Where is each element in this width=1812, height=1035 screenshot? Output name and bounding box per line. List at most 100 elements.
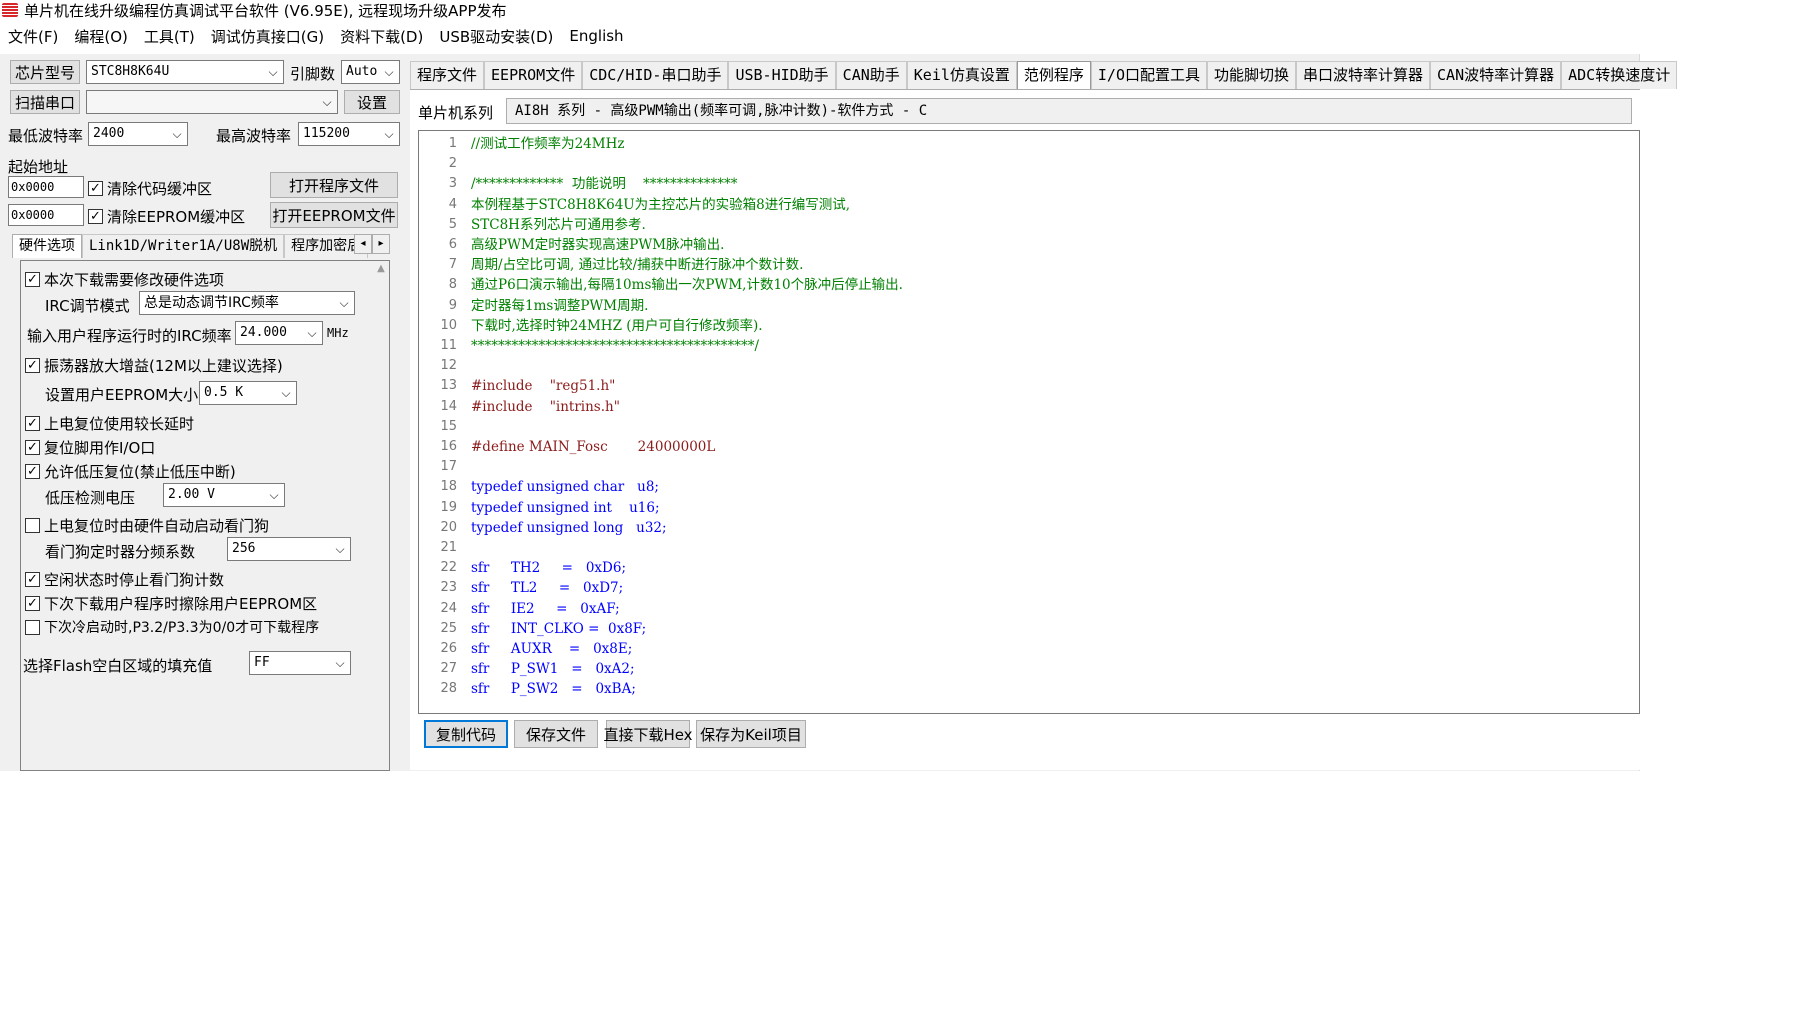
menu-english[interactable]: English bbox=[561, 27, 631, 45]
eeprom-size-label: 设置用户EEPROM大小 bbox=[45, 386, 199, 404]
cold-boot-checkbox[interactable]: 下次冷启动时,P3.2/P3.3为0/0才可下载程序 bbox=[25, 617, 319, 637]
tab-hardware-options[interactable]: 硬件选项 bbox=[12, 234, 82, 258]
line-number: 9 bbox=[448, 297, 457, 313]
long-reset-delay-checkbox[interactable]: ✓ 上电复位使用较长延时 bbox=[25, 413, 194, 434]
modify-hw-label: 本次下载需要修改硬件选项 bbox=[44, 271, 225, 289]
menu-program[interactable]: 编程(O) bbox=[66, 26, 136, 47]
menu-usb-driver[interactable]: USB驱动安装(D) bbox=[431, 26, 561, 47]
code-text: typedef unsigned int u16; bbox=[471, 499, 660, 516]
osc-gain-label: 振荡器放大增益(12M以上建议选择) bbox=[44, 357, 283, 375]
line-number: 25 bbox=[440, 620, 457, 636]
line-number: 16 bbox=[440, 439, 457, 454]
eeprom-size-value: 0.5 K bbox=[204, 385, 244, 400]
lv-detect-select[interactable]: 2.00 V ⌵ bbox=[163, 483, 285, 507]
checkbox-checked-icon: ✓ bbox=[25, 440, 40, 455]
clear-code-buffer-label: 清除代码缓冲区 bbox=[107, 180, 213, 198]
flash-fill-select[interactable]: FF ⌵ bbox=[249, 651, 351, 675]
line-number: 3 bbox=[448, 176, 457, 192]
code-line: 8 通过P6口演示输出,每隔10ms输出一次PWM,计数10个脉冲后停止输出. bbox=[419, 275, 1639, 295]
line-number: 27 bbox=[440, 661, 457, 677]
code-text: #include "reg51.h" bbox=[471, 378, 616, 395]
tab-cdc-hid-serial[interactable]: CDC/HID-串口助手 bbox=[582, 61, 729, 89]
tab-sample-programs[interactable]: 范例程序 bbox=[1016, 61, 1091, 89]
tab-can-baud-calc[interactable]: CAN波特率计算器 bbox=[1430, 61, 1562, 89]
max-baud-select[interactable]: 115200 ⌵ bbox=[298, 122, 400, 146]
reset-pin-io-label: 复位脚用作I/O口 bbox=[44, 439, 156, 457]
lv-detect-value: 2.00 V bbox=[168, 487, 215, 502]
irc-mode-select[interactable]: 总是动态调节IRC频率 ⌵ bbox=[139, 291, 355, 315]
settings-button[interactable]: 设置 bbox=[344, 90, 400, 114]
save-keil-project-button[interactable]: 保存为Keil项目 bbox=[696, 720, 806, 748]
menu-file[interactable]: 文件(F) bbox=[0, 26, 66, 47]
tab-uart-baud-calc[interactable]: 串口波特率计算器 bbox=[1296, 61, 1431, 89]
open-eeprom-file-button[interactable]: 打开EEPROM文件 bbox=[270, 202, 398, 228]
code-line: 16 #define MAIN_Fosc 24000000L bbox=[419, 437, 1639, 457]
clear-eeprom-buffer-checkbox[interactable]: ✓ 清除EEPROM缓冲区 bbox=[88, 206, 245, 227]
menu-download[interactable]: 资料下载(D) bbox=[332, 26, 431, 47]
code-address-input[interactable]: 0x0000 bbox=[8, 176, 84, 198]
wdt-prescale-value: 256 bbox=[232, 541, 256, 556]
pin-count-select[interactable]: Auto ⌵ bbox=[341, 60, 400, 84]
serial-port-select[interactable]: ⌵ bbox=[86, 90, 338, 114]
chevron-down-icon: ⌵ bbox=[281, 386, 291, 400]
osc-gain-checkbox[interactable]: ✓ 振荡器放大增益(12M以上建议选择) bbox=[25, 355, 283, 376]
irc-freq-unit: MHz bbox=[327, 326, 349, 340]
code-text: #include "intrins.h" bbox=[471, 398, 620, 415]
chip-model-select[interactable]: STC8H8K64U ⌵ bbox=[86, 60, 284, 84]
checkbox-checked-icon: ✓ bbox=[25, 464, 40, 479]
tab-keil-settings[interactable]: Keil仿真设置 bbox=[906, 61, 1017, 89]
eeprom-address-input[interactable]: 0x0000 bbox=[8, 204, 84, 226]
open-program-file-button[interactable]: 打开程序文件 bbox=[270, 172, 398, 198]
chip-model-button[interactable]: 芯片型号 bbox=[10, 60, 80, 84]
tab-program-file[interactable]: 程序文件 bbox=[410, 61, 485, 89]
series-select[interactable]: AI8H 系列 - 高级PWM输出(频率可调,脉冲计数)-软件方式 - C bbox=[506, 98, 1632, 124]
code-line: 17 bbox=[419, 457, 1639, 477]
irc-mode-label: IRC调节模式 bbox=[45, 297, 130, 315]
code-text: 本例程基于STC8H8K64U为主控芯片的实验箱8进行编写测试, bbox=[471, 196, 851, 213]
copy-code-button[interactable]: 复制代码 bbox=[424, 720, 508, 748]
code-viewer[interactable]: 1//测试工作频率为24MHz 2 3/************* 功能说明 ***… bbox=[418, 130, 1640, 714]
code-line: 15 bbox=[419, 417, 1639, 437]
max-baud-value: 115200 bbox=[303, 126, 350, 141]
menu-debug[interactable]: 调试仿真接口(G) bbox=[203, 26, 332, 47]
watchdog-auto-checkbox[interactable]: 上电复位时由硬件自动启动看门狗 bbox=[25, 515, 269, 536]
save-file-button[interactable]: 保存文件 bbox=[514, 720, 598, 748]
tab-usb-hid[interactable]: USB-HID助手 bbox=[728, 61, 836, 89]
clear-code-buffer-checkbox[interactable]: ✓ 清除代码缓冲区 bbox=[88, 178, 212, 199]
modify-hw-checkbox[interactable]: ✓ 本次下载需要修改硬件选项 bbox=[25, 269, 224, 290]
wdt-prescale-select[interactable]: 256 ⌵ bbox=[227, 537, 351, 561]
download-hex-button[interactable]: 直接下载Hex bbox=[603, 720, 693, 748]
irc-freq-select[interactable]: 24.000 ⌵ bbox=[235, 321, 323, 345]
tab-io-config[interactable]: I/O口配置工具 bbox=[1090, 61, 1207, 89]
code-line: 26 sfr AUXR = 0x8E; bbox=[419, 639, 1639, 659]
reset-pin-io-checkbox[interactable]: ✓ 复位脚用作I/O口 bbox=[25, 437, 155, 458]
line-number: 10 bbox=[440, 317, 457, 333]
low-voltage-reset-checkbox[interactable]: ✓ 允许低压复位(禁止低压中断) bbox=[25, 461, 236, 482]
code-line: 10 下载时,选择时钟24MHZ (用户可自行修改频率). bbox=[419, 316, 1639, 336]
scroll-right-icon[interactable]: ▸ bbox=[372, 234, 390, 254]
line-number: 20 bbox=[440, 519, 457, 535]
idle-stop-wdt-checkbox[interactable]: ✓ 空闲状态时停止看门狗计数 bbox=[25, 569, 224, 590]
code-text: sfr IE2 = 0xAF; bbox=[471, 600, 620, 617]
scroll-up-icon[interactable]: ▲ bbox=[375, 263, 387, 283]
tab-can-helper[interactable]: CAN助手 bbox=[835, 61, 907, 89]
scan-port-button[interactable]: 扫描串口 bbox=[10, 90, 80, 114]
erase-eeprom-checkbox[interactable]: ✓ 下次下载用户程序时擦除用户EEPROM区 bbox=[25, 593, 317, 614]
code-line: 20 typedef unsigned long u32; bbox=[419, 518, 1639, 538]
menu-tools[interactable]: 工具(T) bbox=[136, 26, 203, 47]
line-number: 7 bbox=[448, 257, 457, 273]
tab-adc-speed-calc[interactable]: ADC转换速度计 bbox=[1561, 61, 1678, 89]
line-number: 24 bbox=[440, 600, 457, 616]
scroll-left-icon[interactable]: ◂ bbox=[354, 234, 372, 254]
tab-eeprom-file[interactable]: EEPROM文件 bbox=[484, 61, 583, 89]
code-line: 19 typedef unsigned int u16; bbox=[419, 498, 1639, 518]
code-text: 通过P6口演示输出,每隔10ms输出一次PWM,计数10个脉冲后停止输出. bbox=[471, 277, 903, 294]
wdt-prescale-label: 看门狗定时器分频系数 bbox=[45, 543, 196, 561]
tab-offline-writer[interactable]: Link1D/Writer1A/U8W脱机 bbox=[82, 234, 285, 258]
eeprom-size-select[interactable]: 0.5 K ⌵ bbox=[199, 381, 297, 405]
code-line: 28 sfr P_SW2 = 0xBA; bbox=[419, 679, 1639, 699]
tab-pin-switch[interactable]: 功能脚切换 bbox=[1207, 61, 1297, 89]
min-baud-select[interactable]: 2400 ⌵ bbox=[88, 122, 188, 146]
code-line: 18 typedef unsigned char u8; bbox=[419, 477, 1639, 497]
line-number: 5 bbox=[448, 216, 457, 232]
